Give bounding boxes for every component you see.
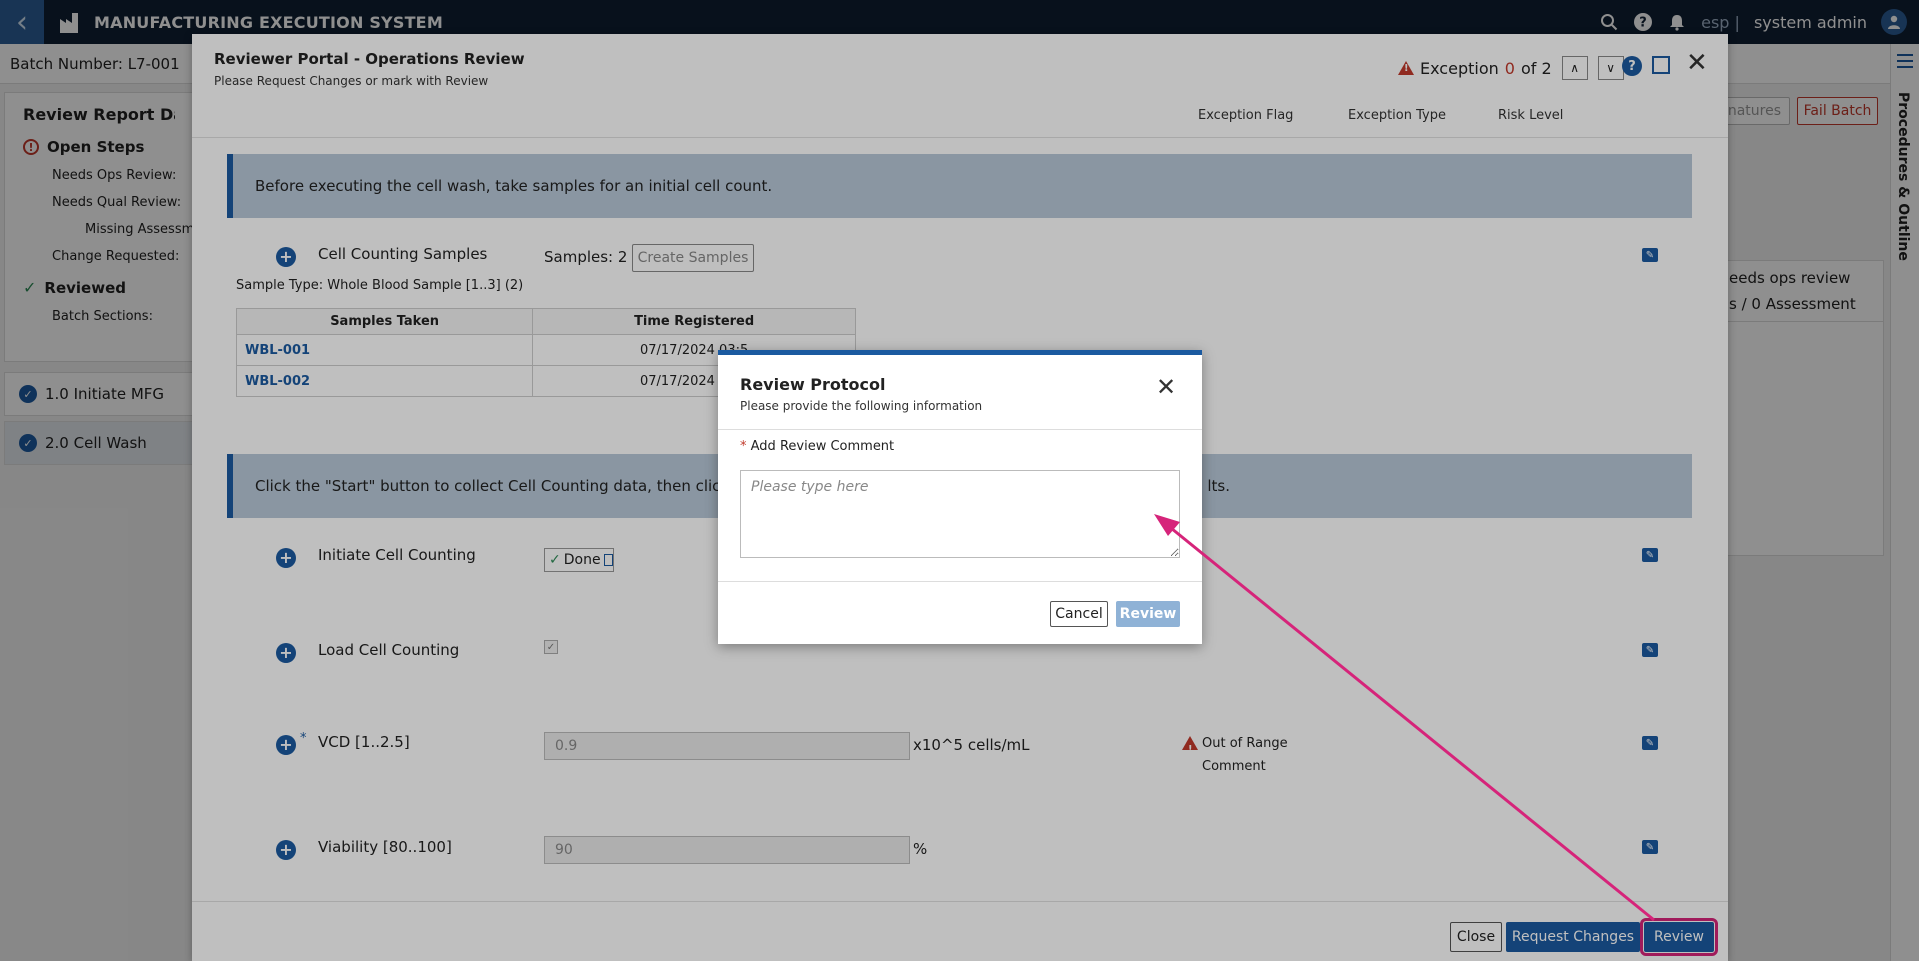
dialog-review-button[interactable]: Review — [1116, 601, 1180, 627]
dialog-title: Review Protocol — [740, 375, 886, 394]
review-comment-label: * Add Review Comment — [740, 439, 895, 454]
close-icon[interactable]: ✕ — [1156, 375, 1176, 399]
dialog-subtitle: Please provide the following information — [740, 399, 983, 413]
review-comment-textarea[interactable] — [740, 470, 1180, 558]
review-protocol-dialog: Review Protocol Please provide the follo… — [718, 350, 1202, 644]
cancel-button[interactable]: Cancel — [1050, 601, 1108, 627]
